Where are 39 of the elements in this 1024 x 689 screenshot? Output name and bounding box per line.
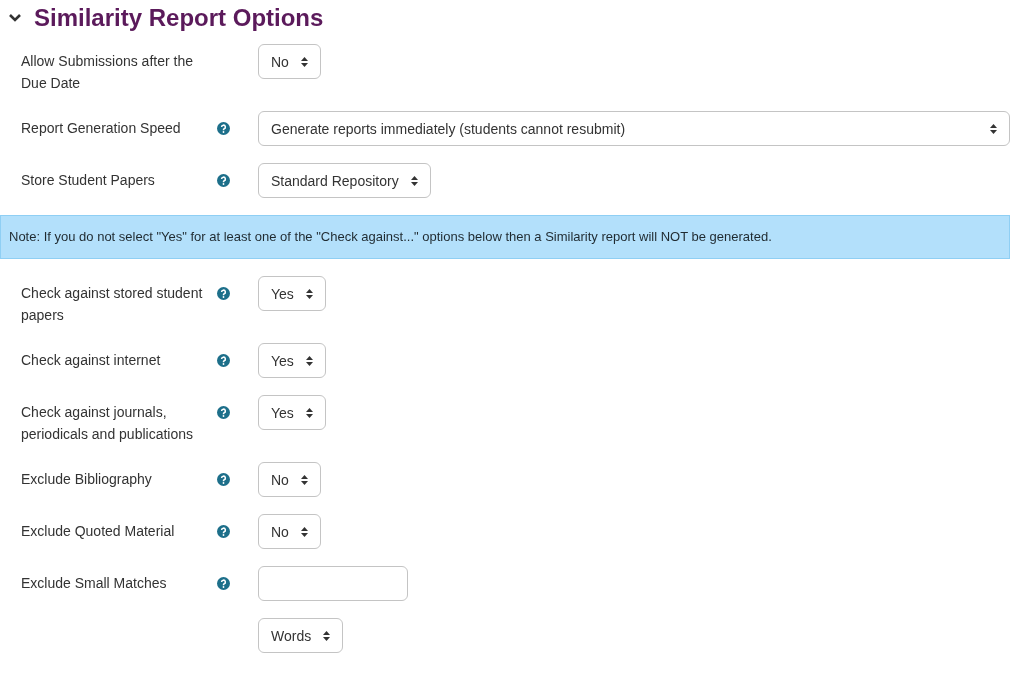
help-icon[interactable] [217,287,230,300]
sort-icon [410,175,418,186]
field-label: Check against internet [21,351,162,370]
select-dropdown[interactable]: Standard Repository [258,163,431,198]
help-icon[interactable] [217,174,230,187]
help-icon[interactable] [217,122,230,135]
field-label: Store Student Papers [21,171,156,190]
select-dropdown[interactable]: No [258,514,321,549]
section-title: Similarity Report Options [34,4,324,32]
sort-icon [323,630,331,641]
field-label: Check against stored student papers [21,284,204,325]
select-dropdown[interactable]: Yes [258,343,326,378]
select-dropdown[interactable]: Words [258,618,344,653]
help-icon[interactable] [217,406,230,419]
field-label: Exclude Bibliography [21,470,153,489]
help-icon[interactable] [217,525,230,538]
sort-icon [300,474,308,485]
sort-icon [305,288,313,299]
help-icon[interactable] [217,577,230,590]
info-note: Note: If you do not select "Yes" for at least one of the "Check against..." options below then a Similarity report will NOT be generated. [0,215,1010,259]
select-dropdown[interactable]: Generate reports immediately (students cannot resubmit) [258,111,1010,146]
field-label: Exclude Small Matches [21,574,168,593]
select-dropdown[interactable]: Yes [258,395,326,430]
help-icon[interactable] [217,354,230,367]
select-dropdown[interactable]: Yes [258,276,326,311]
field-label: Check against journals, periodicals and publications [21,403,194,444]
field-label: Report Generation Speed [21,119,182,138]
sort-icon [305,407,313,418]
sort-icon [300,56,308,67]
select-dropdown[interactable]: No [258,44,321,79]
sort-icon [305,355,313,366]
select-dropdown[interactable]: No [258,462,321,497]
chevron-down-icon[interactable] [8,13,22,23]
input-field[interactable] [258,566,408,601]
field-label: Allow Submissions after the Due Date [21,52,194,93]
sort-icon [300,526,308,537]
help-icon[interactable] [217,473,230,486]
field-label: Exclude Quoted Material [21,522,176,541]
sort-icon [990,123,997,134]
